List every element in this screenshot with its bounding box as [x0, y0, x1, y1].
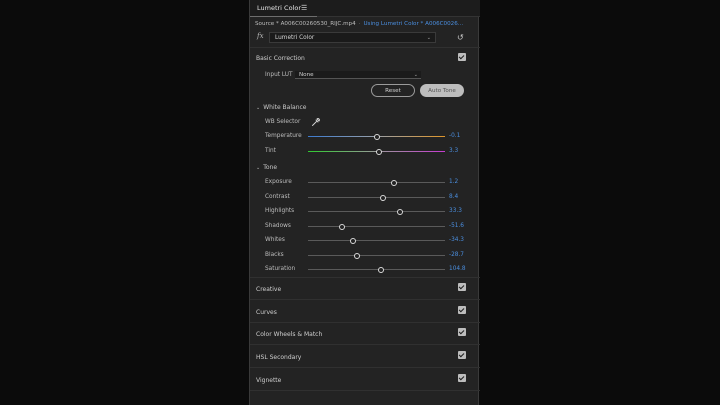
panel-titlebar: Lumetri Color ☰ [250, 0, 480, 17]
whites-slider-handle[interactable] [350, 237, 357, 244]
blacks-value[interactable]: -28.7 [449, 252, 464, 258]
whites-slider[interactable] [308, 237, 445, 244]
active-clip-label[interactable]: Using Lumetri Color * A006C0026... [363, 21, 463, 27]
creative-checkbox[interactable] [458, 283, 466, 291]
section-curves-title[interactable]: Curves [256, 309, 277, 316]
section-basic-correction-title[interactable]: Basic Correction [256, 55, 305, 62]
slider-label: Saturation [265, 266, 296, 272]
slider-label: Tint [265, 148, 276, 154]
tint-slider-handle[interactable] [376, 148, 383, 155]
chevron-down-icon: ⌄ [256, 165, 261, 171]
lumetri-color-panel: Lumetri Color ☰ Source * A006C00260530_R… [249, 0, 480, 405]
white-balance-title[interactable]: ⌄ White Balance [256, 104, 307, 111]
shadows-slider-handle[interactable] [339, 223, 346, 230]
slider-label: Blacks [265, 252, 284, 258]
exposure-slider[interactable] [308, 179, 445, 186]
hsl-secondary-checkbox[interactable] [458, 351, 466, 359]
input-lut-value: None [299, 72, 314, 78]
blacks-slider[interactable] [308, 252, 445, 259]
highlights-value[interactable]: 33.3 [449, 208, 462, 214]
effect-row: fx Lumetri Color ⌄ ↺ [250, 31, 480, 45]
chevron-down-icon: ⌄ [413, 72, 418, 78]
slider-label: Contrast [265, 194, 290, 200]
exposure-slider-handle[interactable] [391, 179, 398, 186]
slider-label: Highlights [265, 208, 295, 214]
wb-selector-label: WB Selector [265, 119, 301, 125]
temperature-slider-handle[interactable] [373, 133, 380, 140]
section-creative-title[interactable]: Creative [256, 286, 281, 293]
tone-title[interactable]: ⌄ Tone [256, 164, 277, 171]
chevron-down-icon: ⌄ [256, 105, 261, 111]
divider [250, 367, 480, 368]
white-balance-label: White Balance [263, 104, 307, 111]
chevron-down-icon: ⌄ [426, 35, 431, 41]
slider-label: Shadows [265, 223, 291, 229]
tone-label: Tone [263, 164, 278, 171]
section-hsl-secondary-title[interactable]: HSL Secondary [256, 354, 301, 361]
blacks-slider-handle[interactable] [354, 252, 361, 259]
slider-label: Exposure [265, 179, 292, 185]
highlights-slider[interactable] [308, 208, 445, 215]
color-wheels-checkbox[interactable] [458, 328, 466, 336]
temperature-value[interactable]: -0.1 [449, 133, 460, 139]
input-lut-label: Input LUT [265, 72, 293, 78]
input-lut-select[interactable]: None ⌄ [295, 71, 421, 79]
source-separator: · [358, 21, 361, 27]
contrast-slider[interactable] [308, 194, 445, 201]
auto-tone-button[interactable]: Auto Tone [420, 84, 464, 97]
eyedropper-icon[interactable] [311, 117, 321, 127]
effect-select-value: Lumetri Color [275, 35, 315, 41]
divider [250, 322, 480, 323]
highlights-slider-handle[interactable] [396, 208, 403, 215]
shadows-value[interactable]: -51.6 [449, 223, 464, 229]
saturation-slider[interactable] [308, 266, 445, 273]
source-bar: Source * A006C00260530_RIJC.mp4 · Using Lu… [250, 18, 480, 31]
divider [250, 277, 480, 278]
reset-icon[interactable]: ↺ [457, 33, 464, 43]
divider [250, 47, 480, 48]
tint-value[interactable]: 3.3 [449, 148, 458, 154]
temperature-slider[interactable] [308, 133, 445, 140]
saturation-value[interactable]: 104.8 [449, 266, 466, 272]
section-color-wheels-title[interactable]: Color Wheels & Match [256, 331, 322, 338]
fx-icon: fx [257, 32, 264, 40]
section-vignette-title[interactable]: Vignette [256, 377, 281, 384]
contrast-slider-handle[interactable] [380, 194, 387, 201]
contrast-value[interactable]: 8.4 [449, 194, 458, 200]
tint-slider[interactable] [308, 148, 445, 155]
reset-button[interactable]: Reset [371, 84, 415, 97]
hamburger-menu-icon[interactable]: ☰ [301, 0, 307, 16]
panel-title: Lumetri Color [257, 4, 302, 12]
saturation-slider-handle[interactable] [377, 266, 384, 273]
divider [250, 390, 480, 391]
divider [250, 344, 480, 345]
effect-select[interactable]: Lumetri Color ⌄ [269, 32, 436, 43]
divider [250, 299, 480, 300]
exposure-value[interactable]: 1.2 [449, 179, 458, 185]
slider-label: Temperature [265, 133, 302, 139]
source-clip-label[interactable]: Source * A006C00260530_RIJC.mp4 [255, 21, 356, 27]
vignette-checkbox[interactable] [458, 374, 466, 382]
slider-label: Whites [265, 237, 285, 243]
basic-correction-checkbox[interactable] [458, 53, 466, 61]
shadows-slider[interactable] [308, 223, 445, 230]
whites-value[interactable]: -34.3 [449, 237, 464, 243]
curves-checkbox[interactable] [458, 306, 466, 314]
